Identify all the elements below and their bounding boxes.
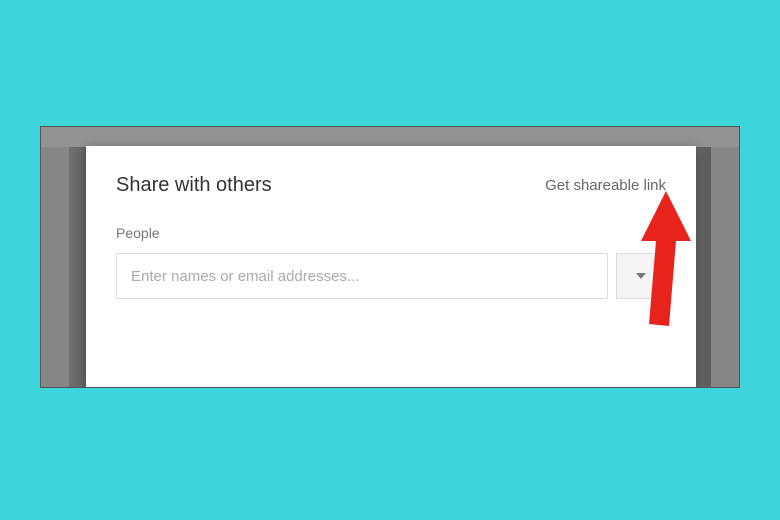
share-dialog: Share with others Get shareable link Peo…	[86, 146, 696, 388]
input-row	[116, 253, 666, 299]
people-input[interactable]	[116, 253, 608, 299]
people-label: People	[116, 225, 666, 241]
dialog-header: Share with others Get shareable link	[116, 174, 666, 197]
chevron-down-icon	[636, 273, 646, 279]
browser-window: Share with others Get shareable link Peo…	[40, 126, 740, 388]
dialog-title: Share with others	[116, 174, 272, 197]
permission-dropdown[interactable]	[616, 253, 666, 299]
get-shareable-link[interactable]: Get shareable link	[545, 177, 666, 194]
